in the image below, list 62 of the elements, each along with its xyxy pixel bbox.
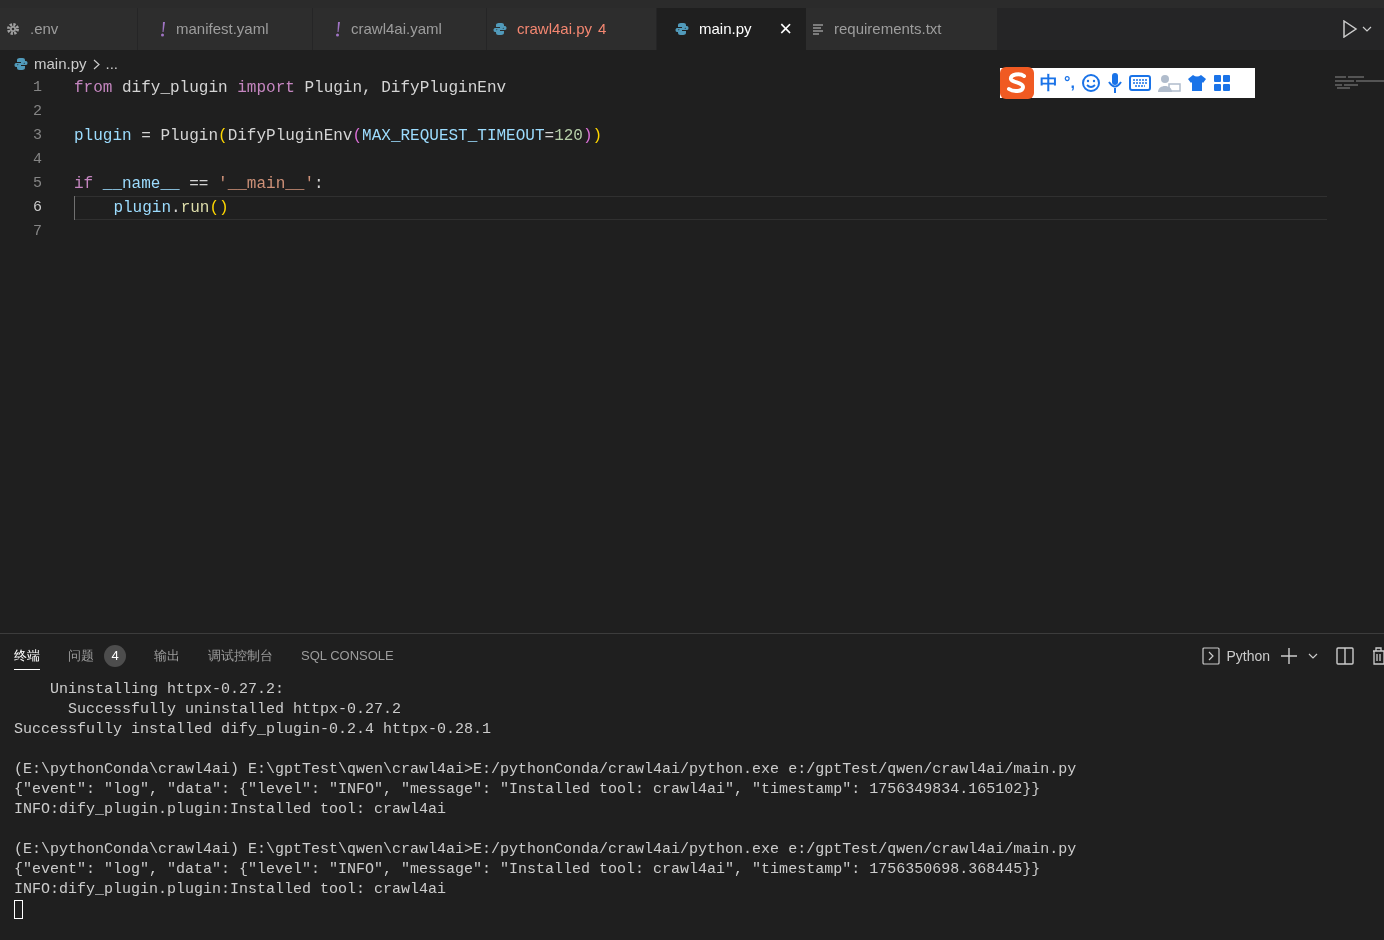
terminal-line: (E:\pythonConda\crawl4ai) E:\gptTest\qwen\crawl4ai>E:/pythonConda/crawl4ai/python.exe e:/gptTest/qwen/crawl4ai/main.py — [14, 839, 1077, 860]
ime-punctuation-toggle[interactable]: °, — [1064, 71, 1075, 95]
code-line: plugin.run() — [74, 196, 229, 220]
gear-icon — [6, 22, 20, 36]
problem-count: 4 — [598, 18, 607, 39]
chevron-right-icon — [92, 58, 100, 70]
terminal-line: {"event": "log", "data": {"level": "INFO", "message": "Installed tool: crawl4ai", "timestamp": 1756350698.368445}} — [14, 859, 1041, 880]
terminal-line: Successfully uninstalled httpx-0.27.2 — [67, 699, 402, 720]
terminal-line: Successfully installed dify_plugin-0.2.4 httpx-0.28.1 — [14, 719, 492, 740]
microphone-icon[interactable] — [1106, 72, 1123, 94]
terminal-line: {"event": "log", "data": {"level": "INFO", "message": "Installed tool: crawl4ai", "timestamp": 1756349834.165102}} — [14, 779, 1041, 800]
line-number: 4 — [32, 149, 42, 170]
count-badge: 4 — [104, 645, 126, 667]
keyboard-icon[interactable] — [1128, 75, 1151, 91]
chevron-down-icon[interactable] — [1362, 26, 1372, 32]
ime-mode-toggle[interactable]: 中 — [1040, 69, 1058, 97]
terminal-profile-button[interactable]: Python — [1202, 645, 1270, 667]
split-icon[interactable] — [1336, 647, 1354, 665]
ime-logo-icon[interactable] — [1000, 67, 1034, 99]
minimap — [1334, 76, 1384, 90]
terminal-line: INFO:dify_plugin.plugin:Installed tool: crawl4ai — [14, 879, 447, 900]
exclamation-icon — [160, 21, 166, 37]
editor-tab[interactable]: .env — [0, 8, 138, 50]
editor-tab[interactable]: manifest.yaml — [138, 8, 313, 50]
terminal-line: INFO:dify_plugin.plugin:Installed tool: crawl4ai — [14, 799, 447, 820]
terminal-line: (E:\pythonConda\crawl4ai) E:\gptTest\qwen\crawl4ai>E:/pythonConda/crawl4ai/python.exe e:/gptTest/qwen/crawl4ai/main.py — [14, 759, 1077, 780]
grid-icon[interactable] — [1212, 74, 1231, 92]
code-line: from dify_plugin import Plugin, DifyPluginEnv — [74, 78, 507, 99]
editor-tab[interactable]: crawl4ai.yaml — [313, 8, 487, 50]
panel-tab[interactable]: 终端 — [14, 642, 40, 670]
editor-tab[interactable]: main.py × — [657, 8, 806, 50]
exclamation-icon — [335, 21, 341, 37]
terminal-icon — [1202, 647, 1221, 665]
python-icon — [14, 57, 28, 71]
panel-tab[interactable]: 问题 — [68, 642, 94, 670]
line-number: 3 — [32, 125, 42, 146]
text-file-icon — [812, 23, 824, 35]
close-button[interactable]: × — [779, 18, 792, 40]
panel-tab[interactable]: 调试控制台 — [208, 642, 273, 670]
shirt-icon[interactable] — [1186, 74, 1207, 92]
terminal-cursor — [14, 900, 23, 919]
breadcrumb-item[interactable]: ... — [105, 52, 119, 76]
line-number: 1 — [32, 77, 42, 98]
line-number: 6 — [32, 197, 42, 218]
chevron-down-icon[interactable] — [1308, 653, 1318, 659]
panel-tab[interactable]: 输出 — [154, 642, 180, 670]
smiley-icon[interactable] — [1080, 73, 1101, 93]
plus-icon[interactable] — [1280, 647, 1298, 665]
panel-tab[interactable]: SQL CONSOLE — [301, 642, 394, 670]
line-number: 5 — [32, 173, 42, 194]
editor-tab[interactable]: crawl4ai.py 4 — [487, 8, 657, 50]
code-line: if __name__ == '__main__': — [74, 174, 324, 195]
run-icon[interactable] — [1342, 20, 1358, 38]
trash-icon[interactable] — [1372, 647, 1384, 665]
code-line: plugin = Plugin(DifyPluginEnv(MAX_REQUEST_TIMEOUT=120)) — [74, 126, 603, 147]
line-number: 7 — [32, 221, 42, 242]
python-icon — [675, 22, 689, 36]
terminal-line: Uninstalling httpx-0.27.2: — [49, 679, 285, 700]
editor-tab[interactable]: requirements.txt — [806, 8, 998, 50]
breadcrumb-item[interactable]: main.py — [34, 52, 87, 76]
python-icon — [493, 22, 507, 36]
line-number: 2 — [32, 101, 42, 122]
